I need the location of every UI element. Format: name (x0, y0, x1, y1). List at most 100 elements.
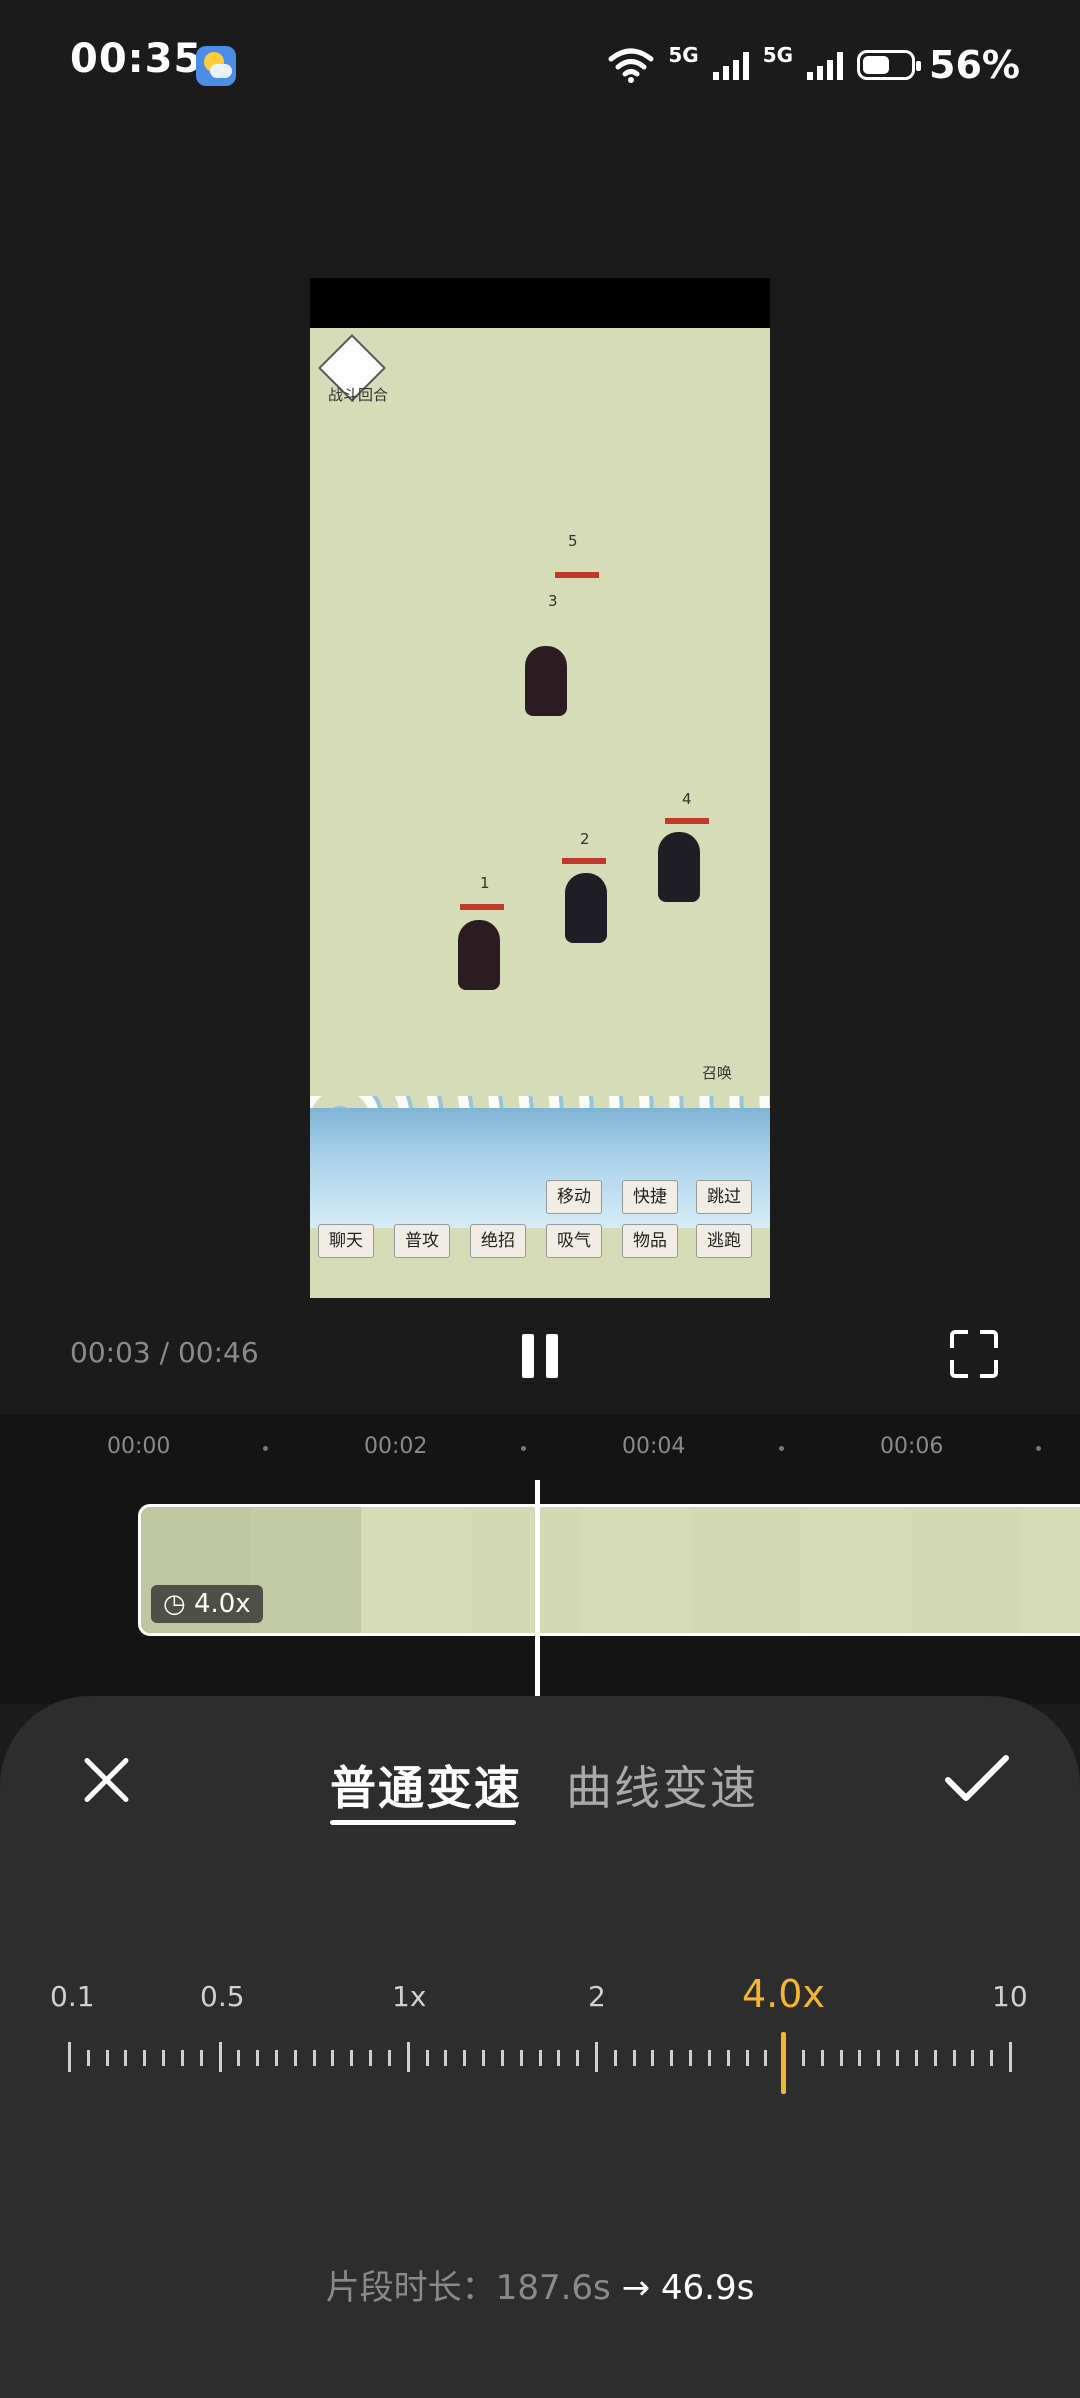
game-absorb-button: 吸气 (546, 1224, 602, 1258)
clip-thumbnail (691, 1507, 802, 1633)
slider-tick (727, 2050, 730, 2066)
time-tick: 00:00 (107, 1434, 171, 1459)
unit-number: 5 (568, 532, 578, 550)
slider-tick (915, 2050, 918, 2066)
arrow-icon: → (621, 2268, 651, 2308)
slider-tick (896, 2050, 899, 2066)
health-bar (665, 818, 709, 824)
slider-tick (106, 2050, 109, 2066)
slider-tick (482, 2050, 485, 2066)
duration-label: 片段时长： (325, 2268, 496, 2308)
game-chat-button: 聊天 (318, 1224, 374, 1258)
character-sprite (525, 646, 567, 716)
health-bar (562, 858, 606, 864)
clip-thumbnail (1021, 1507, 1080, 1633)
tick-dot (263, 1446, 268, 1451)
status-time: 00:35 (70, 36, 203, 82)
speed-scale-label: 0.5 (200, 1980, 245, 2013)
slider-tick (708, 2050, 711, 2066)
time-tick: 00:04 (622, 1434, 686, 1459)
slider-tick (68, 2042, 71, 2072)
slider-tick (539, 2050, 542, 2066)
unit-number: 4 (682, 790, 692, 808)
health-bar (460, 904, 504, 910)
confirm-check-icon[interactable] (942, 1750, 1012, 1806)
slider-tick (746, 2050, 749, 2066)
tick-dot (779, 1446, 784, 1451)
playhead[interactable] (535, 1480, 540, 1702)
slider-tick (633, 2050, 636, 2066)
slider-tick (294, 2050, 297, 2066)
game-shortcut-button: 快捷 (622, 1180, 678, 1214)
slider-tick (990, 2050, 993, 2066)
slider-tick (313, 2050, 316, 2066)
system-indicators: 5G 5G 56% (608, 40, 1020, 90)
slider-tick (821, 2050, 824, 2066)
new-duration: 46.9s (660, 2268, 755, 2308)
slider-tick (369, 2050, 372, 2066)
character-sprite (458, 920, 500, 990)
clip-speed-label: 4.0x (193, 1589, 251, 1619)
speed-slider-handle[interactable] (781, 2032, 786, 2094)
time-tick: 00:06 (880, 1434, 944, 1459)
speed-panel: 普通变速 曲线变速 0.1 0.5 1x 2 4.0x 10 片段时长：187.… (0, 1696, 1080, 2398)
clip-duration-info: 片段时长：187.6s → 46.9s (0, 2260, 1080, 2309)
weather-icon (196, 46, 236, 86)
playback-time: 00:03 / 00:46 (70, 1336, 259, 1369)
health-bar (555, 572, 599, 578)
character-sprite (658, 832, 700, 902)
tab-curve-speed[interactable]: 曲线变速 (566, 1752, 758, 1818)
unit-number: 2 (580, 830, 590, 848)
slider-tick (426, 2050, 429, 2066)
speed-gauge-icon: ◷ (163, 1589, 186, 1619)
tab-normal-speed[interactable]: 普通变速 (330, 1752, 522, 1818)
slider-tick (256, 2050, 259, 2066)
slider-tick (1009, 2042, 1012, 2072)
current-time: 00:03 (70, 1336, 151, 1369)
pause-icon[interactable] (520, 1334, 560, 1378)
slider-tick (237, 2050, 240, 2066)
game-attack-button: 普攻 (394, 1224, 450, 1258)
slider-tick (651, 2050, 654, 2066)
game-items-button: 物品 (622, 1224, 678, 1258)
network-type-label-2: 5G (762, 43, 794, 67)
speed-scale-label: 1x (392, 1980, 427, 2013)
slider-tick (181, 2050, 184, 2066)
slider-tick (501, 2050, 504, 2066)
slider-tick (934, 2050, 937, 2066)
slider-tick (595, 2042, 598, 2072)
time-tick: 00:02 (364, 1434, 428, 1459)
slider-tick (444, 2050, 447, 2066)
slider-tick (124, 2050, 127, 2066)
network-type-label: 5G (668, 43, 699, 67)
slider-tick (764, 2050, 767, 2066)
unit-number: 1 (480, 874, 490, 892)
slider-tick (877, 2050, 880, 2066)
signal-icon-2 (807, 50, 844, 80)
speed-scale-label: 2 (588, 1980, 606, 2013)
clip-thumbnail (361, 1507, 472, 1633)
tick-dot (1036, 1446, 1041, 1451)
speed-slider-track[interactable] (68, 2042, 1012, 2076)
time-separator: / (150, 1336, 178, 1369)
slider-tick (275, 2050, 278, 2066)
wifi-icon (608, 48, 654, 83)
slider-tick (971, 2050, 974, 2066)
close-icon[interactable] (80, 1754, 132, 1806)
selected-speed-label: 4.0x (742, 1972, 825, 2016)
game-ultimate-button: 绝招 (470, 1224, 526, 1258)
fullscreen-icon[interactable] (950, 1330, 998, 1378)
slider-tick (858, 2050, 861, 2066)
clip-thumbnail (801, 1507, 912, 1633)
slider-tick (953, 2050, 956, 2066)
video-preview[interactable]: 战斗回合 5 3 4 2 1 召唤 移动 快捷 跳过 聊天 普攻 绝招 吸气 物… (310, 278, 770, 1298)
slider-tick (576, 2050, 579, 2066)
video-clip-track[interactable]: ◷ 4.0x (138, 1504, 1080, 1636)
game-escape-button: 逃跑 (696, 1224, 752, 1258)
clip-thumbnail (581, 1507, 692, 1633)
slider-tick (200, 2050, 203, 2066)
slider-tick (407, 2042, 410, 2072)
timeline[interactable]: 00:00 00:02 00:04 00:06 ◷ 4.0x (0, 1414, 1080, 1704)
slider-tick (87, 2050, 90, 2066)
speed-scale-label: 0.1 (50, 1980, 95, 2013)
